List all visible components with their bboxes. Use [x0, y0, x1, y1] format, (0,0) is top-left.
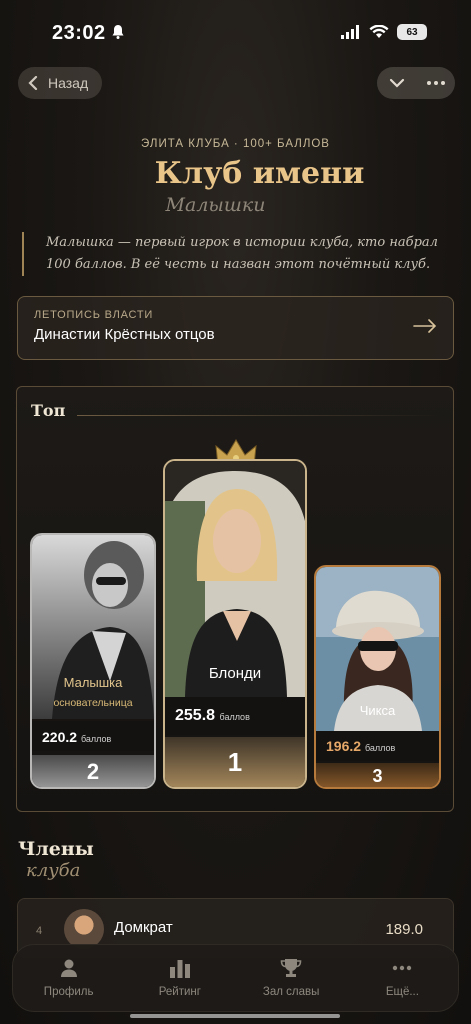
person-icon [60, 959, 77, 977]
club-quote: Малышка — первый игрок в истории клуба, … [22, 232, 452, 276]
member-score: 189.0 [385, 921, 423, 938]
tab-rating[interactable]: Рейтинг [124, 945, 235, 1011]
page-subtitle: Малышки [165, 194, 266, 216]
chronicle-eyebrow: ЛЕТОПИСЬ ВЛАСТИ [34, 309, 154, 321]
player-score: 196.2 баллов [326, 738, 396, 754]
more-dots-icon [426, 81, 445, 85]
collapse-button[interactable] [377, 67, 416, 99]
divider [77, 415, 437, 416]
member-rank: 4 [36, 925, 43, 937]
bar-chart-icon [169, 960, 190, 978]
status-bar: 23:02 63 [0, 0, 471, 60]
player-photo [165, 461, 305, 697]
club-eyebrow: ЭЛИТА КЛУБА · 100+ БАЛЛОВ [141, 138, 330, 150]
bell-icon [112, 25, 124, 39]
tab-hall-of-fame[interactable]: Зал славы [236, 945, 347, 1011]
members-title: Члены [18, 838, 94, 860]
player-score: 220.2 баллов [42, 729, 112, 745]
tab-bar: Профиль Рейтинг Зал славы Ещё... [12, 944, 459, 1012]
menu-pill [377, 67, 455, 99]
chevron-down-icon [389, 78, 404, 88]
score-box: 255.8 баллов [165, 697, 305, 735]
score-box: 220.2 баллов [32, 721, 154, 751]
battery-indicator: 63 [397, 24, 427, 40]
player-photo [32, 535, 154, 719]
player-score: 255.8 баллов [175, 707, 250, 724]
status-icons: 63 [341, 24, 427, 40]
tab-label: Рейтинг [158, 986, 201, 998]
chronicle-title: Династии Крёстных отцов [34, 326, 215, 343]
more-dots-icon [393, 965, 412, 971]
rank-badge: 1 [165, 737, 305, 787]
podium-second[interactable]: Малышка основательница 220.2 баллов 2 [30, 533, 156, 789]
player-name: Блонди [208, 665, 262, 682]
back-button[interactable]: Назад [18, 67, 102, 99]
player-name: Чикса [359, 703, 396, 718]
arrow-right-icon [413, 319, 437, 333]
tab-more[interactable]: Ещё... [347, 945, 458, 1011]
top-title: Топ [31, 401, 66, 420]
avatar [64, 909, 104, 949]
status-time: 23:02 [52, 22, 106, 44]
tab-label: Зал славы [262, 986, 320, 998]
chevron-left-icon [28, 76, 38, 90]
chronicle-card[interactable]: ЛЕТОПИСЬ ВЛАСТИ Династии Крёстных отцов [17, 296, 454, 360]
member-name: Домкрат [114, 919, 173, 936]
rank-badge: 2 [32, 755, 154, 787]
members-subtitle: клуба [26, 860, 81, 881]
home-indicator [130, 1014, 340, 1018]
rank-badge: 3 [316, 763, 439, 787]
signal-icon [341, 25, 359, 39]
page-title: Клуб имени [154, 156, 365, 191]
player-role: основательница [53, 697, 133, 709]
tab-profile[interactable]: Профиль [13, 945, 124, 1011]
back-label: Назад [48, 75, 89, 91]
tab-label: Профиль [43, 986, 94, 998]
wifi-icon [369, 25, 389, 38]
podium-third[interactable]: Чикса 196.2 баллов 3 [314, 565, 441, 789]
score-box: 196.2 баллов [316, 731, 439, 761]
more-button[interactable] [416, 67, 455, 99]
player-name: Малышка [63, 675, 123, 690]
trophy-icon [280, 959, 302, 977]
podium-first[interactable]: Блонди 255.8 баллов 1 [163, 459, 307, 789]
tab-label: Ещё... [385, 986, 419, 998]
